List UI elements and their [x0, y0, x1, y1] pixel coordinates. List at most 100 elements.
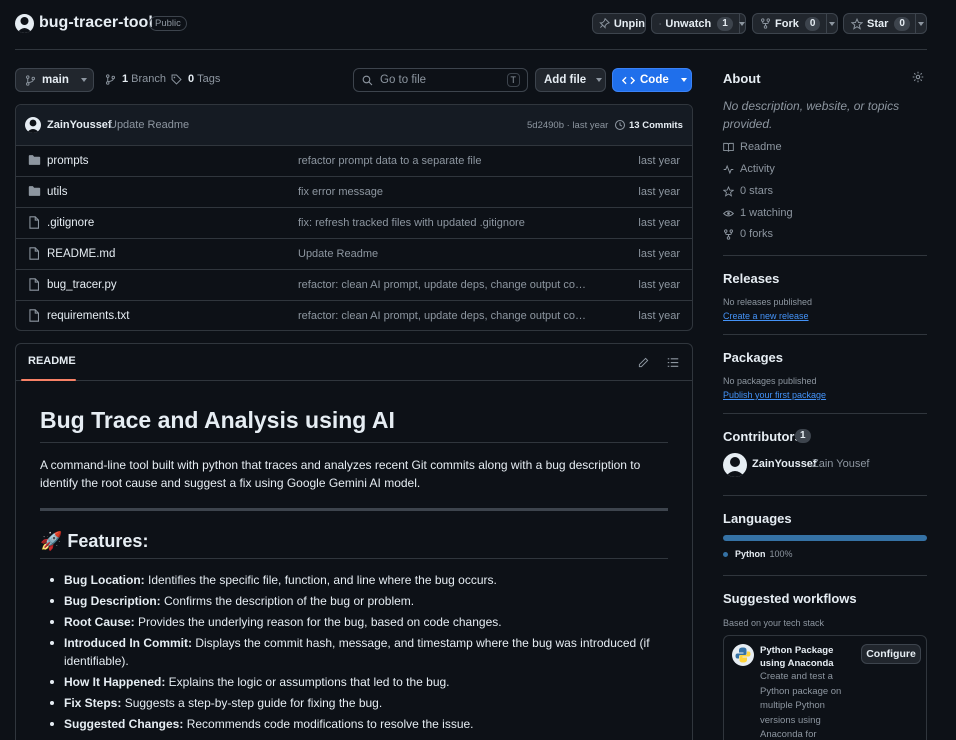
readme-link[interactable]: Readme [723, 141, 782, 153]
star-count: 0 [894, 16, 910, 31]
go-to-file-placeholder: Go to file [380, 74, 427, 86]
branch-icon [106, 73, 115, 85]
file-name[interactable]: bug_tracer.py [47, 279, 117, 291]
publish-package-link[interactable]: Publish your first package [723, 390, 826, 400]
unpin-button[interactable]: Unpin [592, 13, 646, 34]
file-name[interactable]: requirements.txt [47, 310, 129, 322]
tag-label: Tags [197, 73, 221, 85]
file-commit-time: last year [638, 310, 680, 322]
language-dot [723, 551, 728, 557]
file-commit-message[interactable]: refactor: clean AI prompt, update deps, … [298, 310, 588, 322]
sidebar-divider [723, 495, 927, 496]
file-icon [28, 216, 40, 229]
watching-link[interactable]: 1 watching [723, 207, 793, 219]
watching-label: 1 watching [740, 207, 793, 219]
fork-button[interactable]: Fork 0 [752, 13, 838, 34]
file-table: ZainYoussef Update Readme 5d2490b · last… [15, 104, 693, 331]
file-commit-message[interactable]: refactor: clean AI prompt, update deps, … [298, 279, 588, 291]
readme-title: Bug Trace and Analysis using AI [40, 407, 395, 433]
star-label: Star [867, 17, 889, 30]
sidebar-divider [723, 575, 927, 576]
file-row[interactable]: bug_tracer.py refactor: clean AI prompt, … [16, 269, 692, 300]
chevron-down-icon [596, 78, 603, 82]
workflows-heading: Suggested workflows [723, 591, 857, 606]
gear-icon[interactable] [912, 71, 924, 83]
commit-hash-time[interactable]: 5d2490b · last year [527, 120, 608, 131]
commit-author[interactable]: ZainYoussef [47, 119, 112, 131]
star-dropdown[interactable] [916, 21, 926, 26]
file-row[interactable]: requirements.txt refactor: clean AI promp… [16, 300, 692, 330]
code-button[interactable]: Code [612, 68, 692, 92]
add-file-label: Add file [544, 74, 587, 86]
file-commit-message[interactable]: fix: refresh tracked files with updated … [298, 217, 588, 229]
file-row[interactable]: README.md Update Readme last year [16, 238, 692, 269]
chevron-down-icon [917, 21, 924, 26]
author-avatar[interactable] [25, 117, 41, 133]
fork-dropdown[interactable] [827, 21, 837, 26]
go-to-file-shortcut: T [506, 73, 520, 87]
forks-link[interactable]: 0 forks [723, 228, 773, 240]
unwatch-button[interactable]: Unwatch 1 [651, 13, 746, 34]
unwatch-dropdown[interactable] [739, 21, 745, 26]
file-commit-message[interactable]: fix error message [298, 186, 588, 198]
file-name[interactable]: README.md [47, 248, 115, 260]
configure-label: Configure [866, 648, 916, 660]
tag-icon [171, 74, 182, 85]
commit-message[interactable]: Update Readme [109, 119, 189, 131]
stars-link[interactable]: 0 stars [723, 185, 773, 197]
feature-item: Bug Description: Confirms the descriptio… [40, 592, 670, 610]
fork-count: 0 [804, 16, 821, 31]
fork-icon [724, 228, 733, 240]
file-name[interactable]: prompts [47, 155, 89, 167]
readme-tab-underline [21, 379, 76, 381]
feature-item: Suggested Changes: Recommends code modif… [40, 715, 670, 733]
feature-label: Introduced In Commit: [64, 636, 192, 650]
file-commit-message[interactable]: refactor prompt data to a separate file [298, 155, 588, 167]
contributors-heading[interactable]: Contributors [723, 429, 802, 444]
contributor-login[interactable]: ZainYoussef [752, 458, 817, 470]
add-file-button[interactable]: Add file [535, 68, 606, 92]
file-name[interactable]: utils [47, 186, 67, 198]
repo-name[interactable]: bug-tracer-tool [39, 14, 153, 32]
releases-heading[interactable]: Releases [723, 271, 779, 286]
forks-label: 0 forks [740, 228, 774, 240]
branch-select[interactable]: main [15, 68, 94, 92]
contributor-avatar[interactable] [723, 453, 747, 477]
file-row[interactable]: utils fix error message last year [16, 176, 692, 207]
feature-label: How It Happened: [64, 675, 166, 689]
packages-heading[interactable]: Packages [723, 350, 783, 365]
edit-icon[interactable] [638, 357, 649, 368]
readme-tab[interactable]: README [28, 355, 76, 367]
book-icon [723, 142, 734, 152]
tags-link[interactable]: 0 Tags [171, 73, 220, 85]
language-item[interactable]: Python 100% [723, 549, 793, 559]
workflow-title[interactable]: Python Package using Anaconda [760, 644, 856, 670]
star-button[interactable]: Star 0 [843, 13, 927, 34]
fork-icon [761, 18, 770, 29]
activity-link[interactable]: Activity [723, 163, 775, 175]
feature-text: Explains the logic or assumptions that l… [165, 675, 450, 689]
repo-avatar[interactable] [15, 14, 34, 33]
pulse-icon [723, 164, 734, 174]
file-commit-message[interactable]: Update Readme [298, 248, 588, 260]
activity-label: Activity [740, 163, 775, 175]
readme-header: README [16, 344, 692, 381]
features-list: Bug Location: Identifies the specific fi… [40, 571, 670, 736]
features-heading-rule [40, 558, 668, 559]
eye-icon [659, 22, 662, 25]
create-release-link[interactable]: Create a new release [723, 311, 809, 321]
language-name: Python [735, 549, 766, 559]
file-icon [28, 247, 40, 260]
file-row[interactable]: .gitignore fix: refresh tracked files wit… [16, 207, 692, 238]
folder-icon [28, 154, 41, 166]
file-name[interactable]: .gitignore [47, 217, 94, 229]
file-commit-time: last year [638, 186, 680, 198]
commits-link[interactable]: 13 Commits [614, 119, 683, 131]
branches-link[interactable]: 1 Branch [105, 73, 166, 85]
go-to-file-input[interactable]: Go to file T [353, 68, 528, 92]
outline-icon[interactable] [667, 357, 679, 368]
file-row[interactable]: prompts refactor prompt data to a separat… [16, 145, 692, 176]
file-icon [28, 309, 40, 322]
configure-button[interactable]: Configure [861, 644, 921, 664]
about-heading: About [723, 71, 761, 86]
